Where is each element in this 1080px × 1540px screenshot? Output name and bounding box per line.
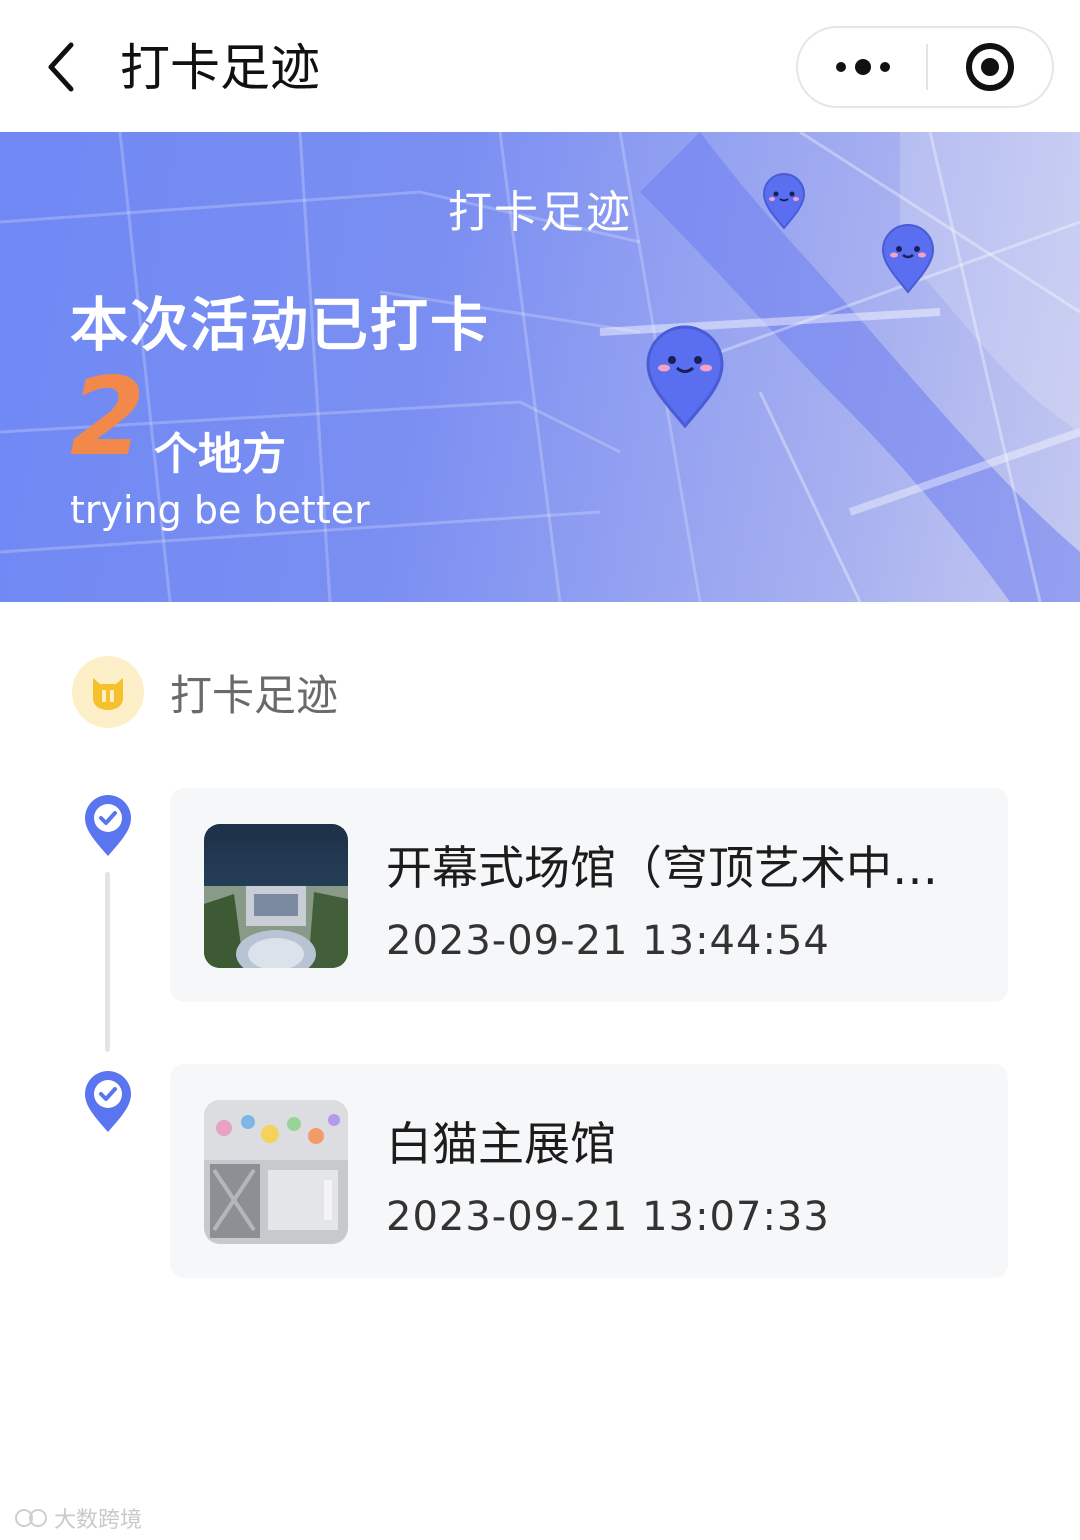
- checkin-headline: 本次活动已打卡: [70, 291, 491, 359]
- watermark-logo-icon: [15, 1509, 47, 1527]
- more-dots-icon: [836, 59, 890, 75]
- mini-program-capsule: [796, 26, 1054, 108]
- check-pin-icon: [85, 1071, 131, 1132]
- nav-bar: 打卡足迹: [0, 0, 1080, 132]
- venue-photo: [204, 1100, 348, 1244]
- checkin-count: 2: [70, 355, 146, 480]
- checkin-card[interactable]: 白猫主展馆 2023-09-21 13:07:33: [170, 1064, 1008, 1278]
- checkin-time: 2023-09-21 13:07:33: [386, 1194, 830, 1240]
- cat-badge-icon: [72, 656, 144, 728]
- close-button[interactable]: [928, 28, 1052, 106]
- back-button[interactable]: [30, 34, 90, 100]
- section-title: 打卡足迹: [170, 670, 339, 720]
- page-title: 打卡足迹: [120, 39, 320, 97]
- checkin-card[interactable]: 开幕式场馆（穹顶艺术中心） 2023-09-21 13:44:54: [170, 788, 1008, 1002]
- watermark: 大数跨境: [14, 1502, 142, 1534]
- venue-name: 开幕式场馆（穹顶艺术中心）: [386, 841, 976, 895]
- more-button[interactable]: [800, 28, 926, 106]
- chevron-left-icon: [48, 42, 74, 92]
- summary-banner: 打卡足迹 本次活动已打卡 2 个地方 trying be better: [0, 132, 1080, 602]
- check-pin-icon: [85, 795, 131, 856]
- venue-photo: [204, 824, 348, 968]
- banner-title: 打卡足迹: [448, 187, 632, 238]
- record-target-icon: [966, 43, 1014, 91]
- watermark-text: 大数跨境: [54, 1508, 143, 1533]
- banner-slogan: trying be better: [70, 488, 370, 532]
- venue-name: 白猫主展馆: [386, 1117, 616, 1171]
- section-header: 打卡足迹: [72, 656, 338, 728]
- checkin-count-unit: 个地方: [154, 429, 286, 480]
- timeline-line: [105, 872, 110, 1052]
- checkin-time: 2023-09-21 13:44:54: [386, 918, 830, 964]
- map-pin-icon: [646, 325, 724, 428]
